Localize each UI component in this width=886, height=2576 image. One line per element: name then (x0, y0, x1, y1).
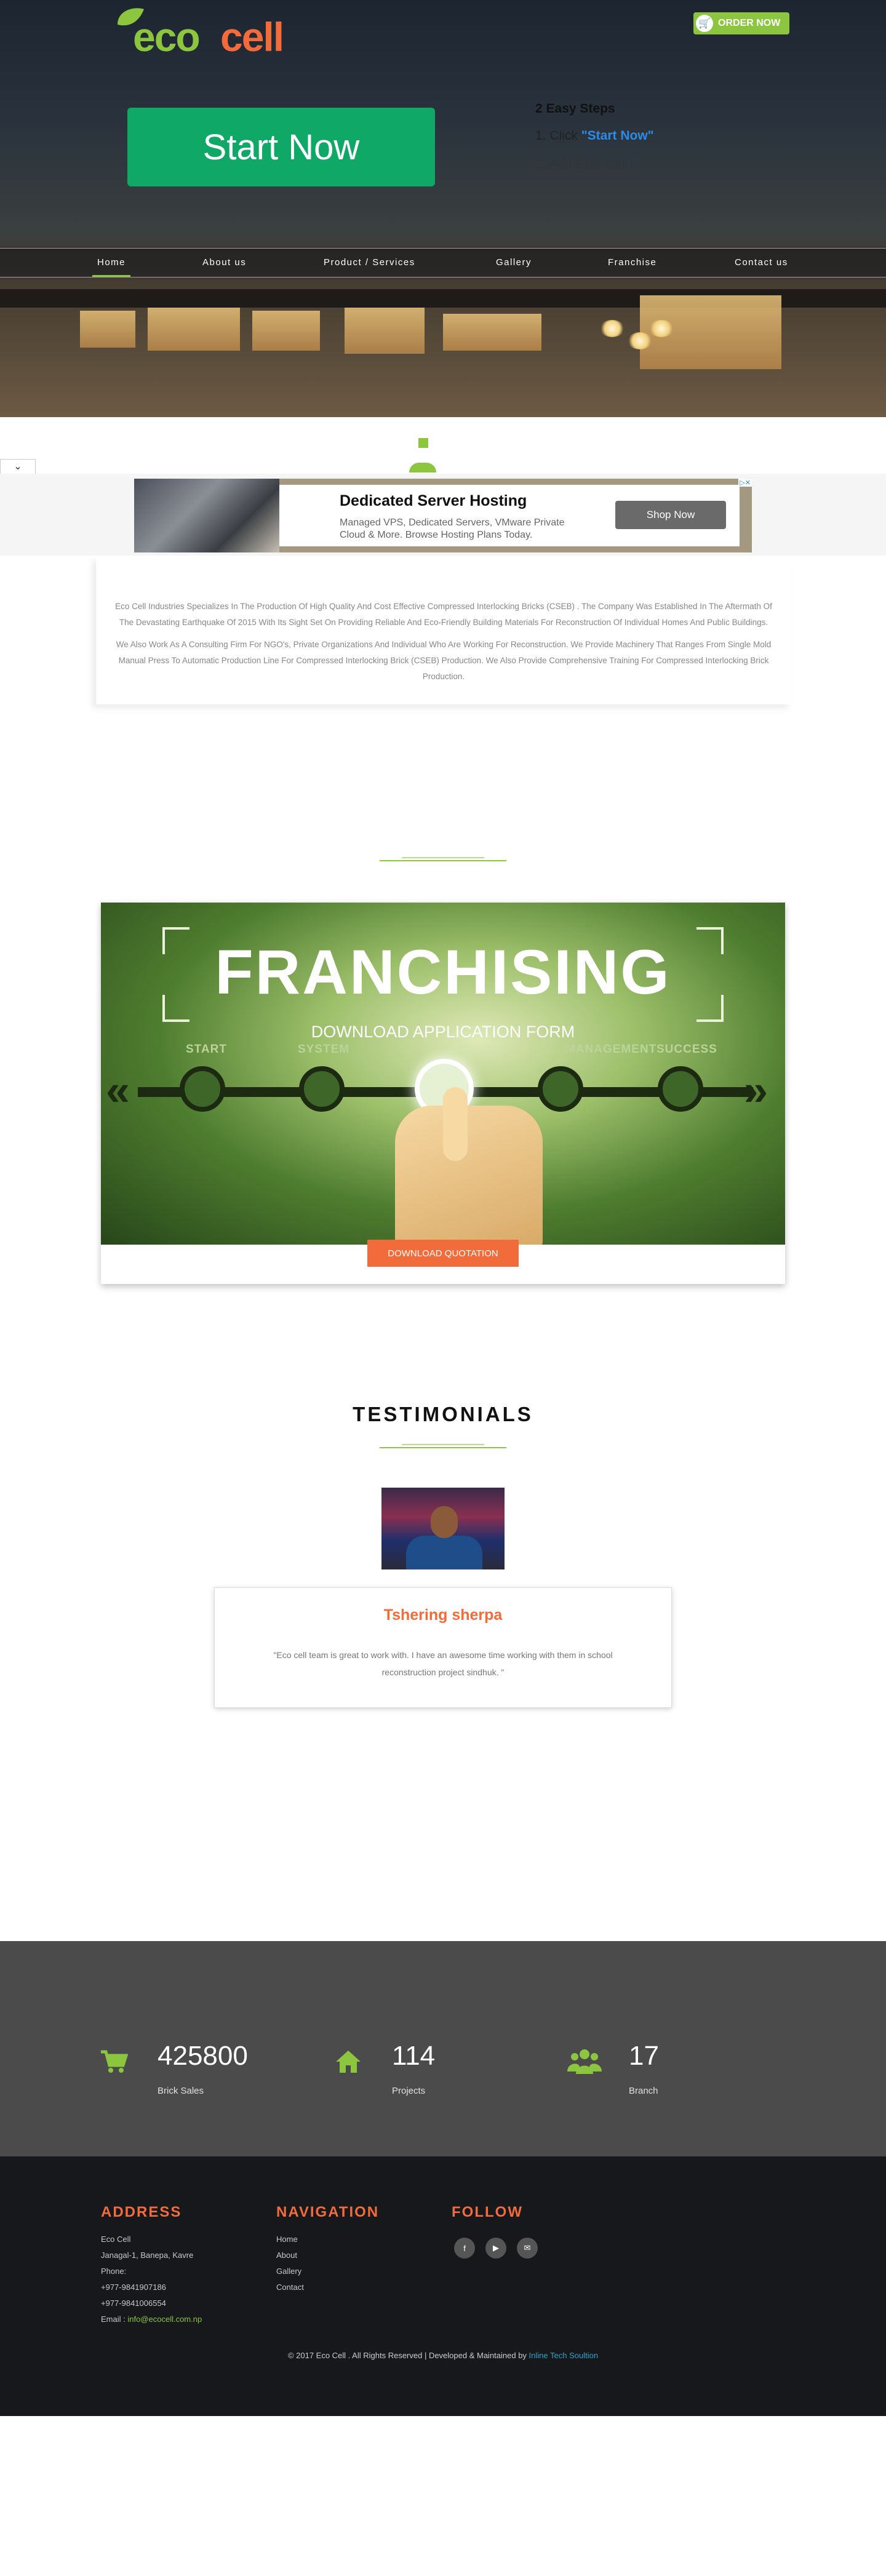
youtube-icon[interactable]: ▶ (485, 2238, 506, 2259)
stage-start: START (186, 1043, 227, 1056)
nav-about[interactable]: About us (202, 249, 246, 277)
chevron-left-icon: « (106, 1066, 130, 1114)
stage-node (538, 1066, 583, 1112)
ad-photo (134, 479, 279, 552)
stage-node (299, 1066, 345, 1112)
stage-node (180, 1066, 225, 1112)
steps-title: 2 Easy Steps (535, 102, 615, 116)
easy-steps: 2 Easy Steps 1. Click "Start Now" 2. Add… (535, 102, 695, 172)
footer-link-about[interactable]: About (276, 2247, 304, 2263)
footer-link-gallery[interactable]: Gallery (276, 2263, 304, 2279)
nav-home[interactable]: Home (92, 249, 131, 277)
testimonial-quote: "Eco cell team is great to work with. I … (273, 1650, 613, 1677)
ad-description: Managed VPS, Dedicated Servers, VMware P… (340, 517, 565, 540)
email-link[interactable]: info@ecocell.com.np (127, 2315, 202, 2324)
mail-icon[interactable]: ✉ (517, 2238, 538, 2259)
stat-label: Brick Sales (158, 2086, 204, 2096)
facebook-icon[interactable]: f (454, 2238, 475, 2259)
loader-fragment (418, 438, 428, 448)
nav-contact[interactable]: Contact us (735, 249, 788, 277)
developer-link[interactable]: Inline Tech Soultion (529, 2351, 599, 2360)
footer-link-contact[interactable]: Contact (276, 2279, 304, 2295)
ad-banner[interactable]: Dedicated Server Hosting Managed VPS, De… (134, 479, 752, 552)
nav-franchise[interactable]: Franchise (608, 249, 657, 277)
footer: ADDRESS Eco Cell Janagal-1, Banepa, Kavr… (0, 2156, 886, 2416)
testimonial-name: Tshering sherpa (383, 1606, 503, 1624)
chevron-down-icon[interactable]: ⌄ (0, 459, 36, 475)
ad-shop-now-button[interactable]: Shop Now (615, 501, 726, 529)
users-icon (567, 2047, 602, 2075)
stage-node (658, 1066, 703, 1112)
logo[interactable]: eco cell (114, 6, 311, 60)
ad-choices-icon[interactable]: ▷✕ (738, 479, 752, 487)
email-line: Email : info@ecocell.com.np (101, 2315, 202, 2324)
divider (380, 1447, 506, 1448)
step-2: 2. Add Extension (535, 157, 633, 171)
franchise-subtitle: DOWNLOAD APPLICATION FORM (311, 1023, 575, 1041)
ad-card: Dedicated Server Hosting Managed VPS, De… (279, 485, 740, 546)
avatar (381, 1488, 505, 1569)
footer-nav: Home About Gallery Contact (276, 2231, 304, 2295)
main-nav: Home About us Product / Services Gallery… (0, 248, 886, 277)
stage-management: MANAGEMENT (565, 1043, 657, 1056)
testimonial-card: Tshering sherpa "Eco cell team is great … (214, 1587, 672, 1708)
logo-eco: eco (133, 14, 201, 60)
step-1: 1. Click "Start Now" (535, 129, 654, 143)
stat-value: 17 (629, 2041, 659, 2071)
divider (380, 860, 506, 861)
divider (402, 1444, 484, 1445)
hero-banner (0, 0, 886, 417)
cart-icon (100, 2047, 129, 2075)
logo-cell: cell (220, 14, 284, 60)
home-icon (334, 2047, 362, 2075)
address-block: Eco Cell Janagal-1, Banepa, Kavre Phone:… (101, 2231, 202, 2327)
stage-success: SUCCESS (657, 1043, 717, 1056)
ad-headline: Dedicated Server Hosting (340, 492, 527, 509)
stats-band: 425800 Brick Sales 114 Projects 17 Branc… (0, 1941, 886, 2156)
order-now-label: ORDER NOW (718, 18, 781, 28)
start-now-button[interactable]: Start Now (127, 108, 435, 186)
order-now-button[interactable]: 🛒 ORDER NOW (693, 12, 789, 34)
about-paragraph-2: We Also Work As A Consulting Firm For NG… (116, 640, 772, 681)
copyright: © 2017 Eco Cell . All Rights Reserved | … (287, 2351, 599, 2360)
follow-title: FOLLOW (452, 2204, 523, 2220)
stat-value: 425800 (158, 2041, 248, 2071)
cart-icon: 🛒 (696, 15, 713, 32)
nav-gallery[interactable]: Gallery (496, 249, 532, 277)
stat-value: 114 (392, 2041, 436, 2071)
footer-link-home[interactable]: Home (276, 2231, 304, 2247)
franchise-image[interactable]: FRANCHISING DOWNLOAD APPLICATION FORM ST… (101, 903, 785, 1245)
hand-illustration (395, 1106, 543, 1245)
chevron-right-icon: » (744, 1066, 768, 1114)
divider (402, 857, 484, 858)
download-quotation-button[interactable]: DOWNLOAD QUOTATION (367, 1240, 519, 1267)
franchise-title: FRANCHISING (215, 937, 671, 1007)
stat-label: Projects (392, 2086, 426, 2096)
nav-products[interactable]: Product / Services (324, 249, 415, 277)
franchise-card: FRANCHISING DOWNLOAD APPLICATION FORM ST… (101, 903, 785, 1284)
navigation-title: NAVIGATION (276, 2204, 380, 2220)
stage-system: SYSTEM (298, 1043, 350, 1056)
finger-illustration (443, 1087, 468, 1161)
stat-label: Branch (629, 2086, 658, 2096)
address-title: ADDRESS (101, 2204, 182, 2220)
loader-fragment (409, 463, 436, 473)
step-1-link[interactable]: "Start Now" (581, 129, 654, 143)
about-paragraph-1: Eco Cell Industries Specializes In The P… (115, 602, 772, 627)
testimonials-heading: TESTIMONIALS (353, 1403, 533, 1426)
about-section: Eco Cell Industries Specializes In The P… (96, 557, 791, 704)
